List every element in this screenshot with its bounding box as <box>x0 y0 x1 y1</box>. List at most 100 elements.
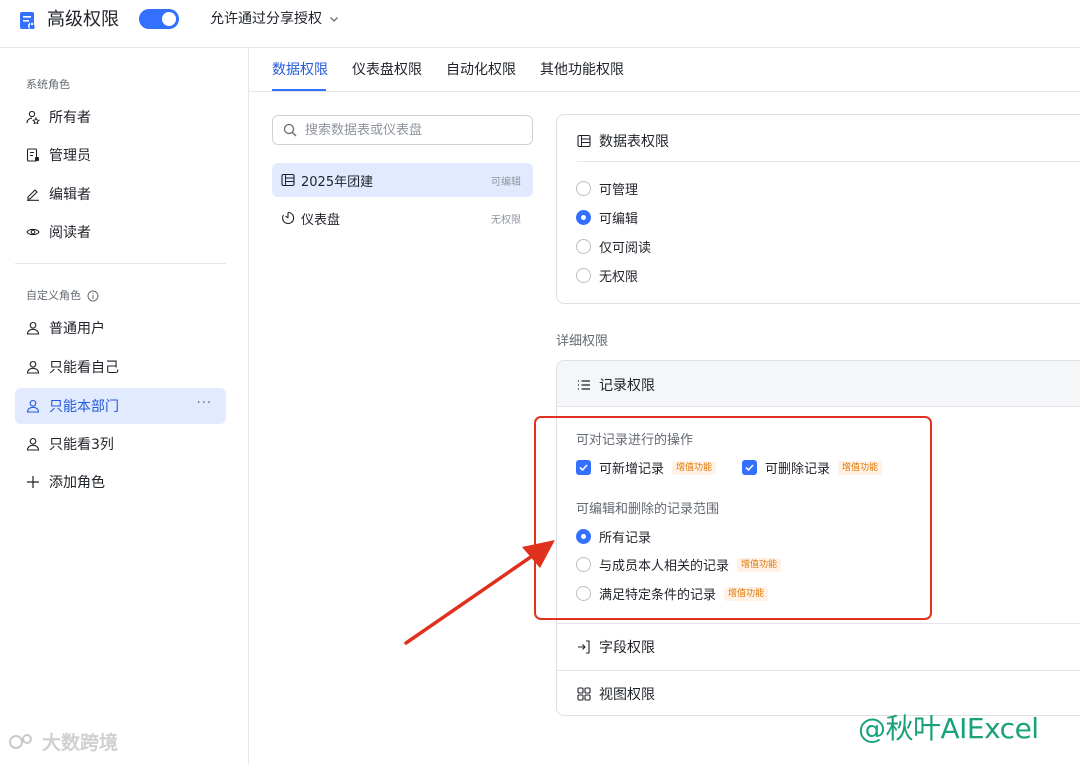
sidebar-divider <box>15 263 226 264</box>
radio-button[interactable] <box>576 181 591 196</box>
more-options-icon[interactable]: ··· <box>197 396 212 411</box>
user-icon <box>26 399 40 413</box>
sidebar-item-reader[interactable]: 阅读者 <box>15 214 226 250</box>
add-role-button[interactable]: 添加角色 <box>15 464 226 500</box>
sidebar-item-label: 只能本部门 <box>49 399 119 415</box>
add-role-label: 添加角色 <box>49 475 105 491</box>
sidebar-item-label: 只能看自己 <box>49 360 119 376</box>
tab-dashboard-permission[interactable]: 仪表盘权限 <box>352 61 422 79</box>
table-permission-card: 数据表权限 可管理 可编辑 仅可阅读 无权限 <box>556 114 1080 304</box>
checkbox-checked[interactable] <box>576 460 591 475</box>
watermark-logo: 大数跨境 <box>8 728 118 755</box>
table-item-permission: 无权限 <box>491 214 521 226</box>
premium-badge: 增值功能 <box>838 460 883 475</box>
checkbox-checked[interactable] <box>742 460 757 475</box>
tab-automation-permission[interactable]: 自动化权限 <box>446 61 516 79</box>
search-box[interactable] <box>272 115 533 145</box>
radio-button-selected[interactable] <box>576 210 591 225</box>
premium-badge: 增值功能 <box>737 557 782 572</box>
toggle-knob <box>162 12 176 26</box>
share-option-label: 允许通过分享授权 <box>210 11 322 27</box>
field-permission-row[interactable]: 字段权限 <box>557 623 1080 670</box>
search-input[interactable] <box>305 122 515 138</box>
record-scope-label: 可编辑和删除的记录范围 <box>576 502 720 517</box>
app-permission-icon <box>20 12 36 30</box>
check-icon <box>745 464 754 472</box>
page-title: 高级权限 <box>47 9 119 30</box>
radio-no-permission[interactable]: 无权限 <box>576 266 638 285</box>
field-permission-title: 字段权限 <box>599 640 655 656</box>
advanced-permission-toggle[interactable] <box>139 9 179 29</box>
record-operations-label: 可对记录进行的操作 <box>576 433 694 448</box>
system-roles-section: 系统角色 <box>26 77 70 93</box>
section-label: 自定义角色 <box>26 289 81 302</box>
checkbox-add-record[interactable]: 可新增记录 增值功能 <box>576 458 717 477</box>
sidebar-item-owner[interactable]: 所有者 <box>15 99 226 135</box>
sidebar-item-self-only[interactable]: 只能看自己 <box>15 349 226 385</box>
sidebar-item-normal-user[interactable]: 普通用户 <box>15 310 226 346</box>
grid-icon <box>577 687 591 701</box>
sidebar-item-editor[interactable]: 编辑者 <box>15 176 226 212</box>
plus-icon <box>26 475 40 489</box>
search-icon <box>283 123 297 137</box>
section-label: 系统角色 <box>26 78 70 91</box>
detail-permission-label: 详细权限 <box>556 334 609 349</box>
radio-label: 所有记录 <box>599 531 652 546</box>
sidebar-item-label: 只能看3列 <box>49 437 114 453</box>
radio-can-edit[interactable]: 可编辑 <box>576 208 638 227</box>
radio-button[interactable] <box>576 557 591 572</box>
checkbox-label: 可新增记录 <box>599 462 665 477</box>
view-permission-title: 视图权限 <box>599 687 655 703</box>
table-icon <box>577 134 591 148</box>
sidebar-item-department-only[interactable]: 只能本部门 ··· <box>15 388 226 424</box>
table-permission-title: 数据表权限 <box>577 131 669 151</box>
record-permission-title: 记录权限 <box>599 378 655 394</box>
premium-badge: 增值功能 <box>672 460 717 475</box>
radio-label: 满足特定条件的记录 <box>599 588 717 603</box>
annotation-arrow-icon <box>404 540 555 645</box>
table-item-2025-team[interactable]: 2025年团建 可编辑 <box>272 163 533 197</box>
premium-badge: 增值功能 <box>724 586 769 601</box>
radio-label: 与成员本人相关的记录 <box>599 559 730 574</box>
sidebar-item-admin[interactable]: 管理员 <box>15 137 226 173</box>
radio-button[interactable] <box>576 239 591 254</box>
active-tab-indicator <box>272 89 326 91</box>
chevron-down-icon <box>330 17 338 22</box>
custom-roles-section: 自定义角色 <box>26 288 99 304</box>
share-authorization-select[interactable]: 允许通过分享授权 <box>210 9 340 29</box>
sidebar-item-label: 编辑者 <box>49 187 91 203</box>
dashboard-icon <box>281 211 295 225</box>
sidebar-item-label: 阅读者 <box>49 225 91 241</box>
sidebar-item-label: 管理员 <box>49 148 91 164</box>
check-icon <box>579 464 588 472</box>
user-icon <box>26 321 40 335</box>
record-permission-header[interactable]: 记录权限 <box>557 361 1080 407</box>
brand-logo-icon <box>9 733 32 749</box>
checkbox-delete-record[interactable]: 可删除记录 增值功能 <box>742 458 883 477</box>
radio-member-related-records[interactable]: 与成员本人相关的记录 增值功能 <box>576 555 782 574</box>
radio-button[interactable] <box>576 268 591 283</box>
user-icon <box>26 437 40 451</box>
user-icon <box>26 360 40 374</box>
sidebar-item-three-columns[interactable]: 只能看3列 <box>15 426 226 462</box>
tab-data-permission[interactable]: 数据权限 <box>272 61 328 79</box>
card-divider <box>577 161 1080 162</box>
radio-can-manage[interactable]: 可管理 <box>576 179 638 198</box>
info-icon[interactable] <box>87 290 99 302</box>
radio-button[interactable] <box>576 586 591 601</box>
radio-button-selected[interactable] <box>576 529 591 544</box>
radio-read-only[interactable]: 仅可阅读 <box>576 237 651 256</box>
radio-all-records[interactable]: 所有记录 <box>576 527 651 546</box>
table-icon <box>281 173 295 187</box>
permission-tabs: 数据权限 仪表盘权限 自动化权限 其他功能权限 <box>249 48 1080 92</box>
radio-conditional-records[interactable]: 满足特定条件的记录 增值功能 <box>576 584 769 603</box>
field-enter-icon <box>578 640 590 654</box>
owner-icon <box>26 110 40 124</box>
table-item-dashboard[interactable]: 仪表盘 无权限 <box>272 201 533 235</box>
watermark-left-text: 大数跨境 <box>42 732 119 754</box>
detail-permission-card: 记录权限 可对记录进行的操作 可新增记录 增值功能 可删除记录 增值功能 可编辑… <box>556 360 1080 716</box>
tab-other-permission[interactable]: 其他功能权限 <box>540 61 624 79</box>
card-title-label: 数据表权限 <box>599 134 669 150</box>
admin-icon <box>26 148 40 162</box>
watermark-author: @秋叶AIExcel <box>858 712 1039 745</box>
